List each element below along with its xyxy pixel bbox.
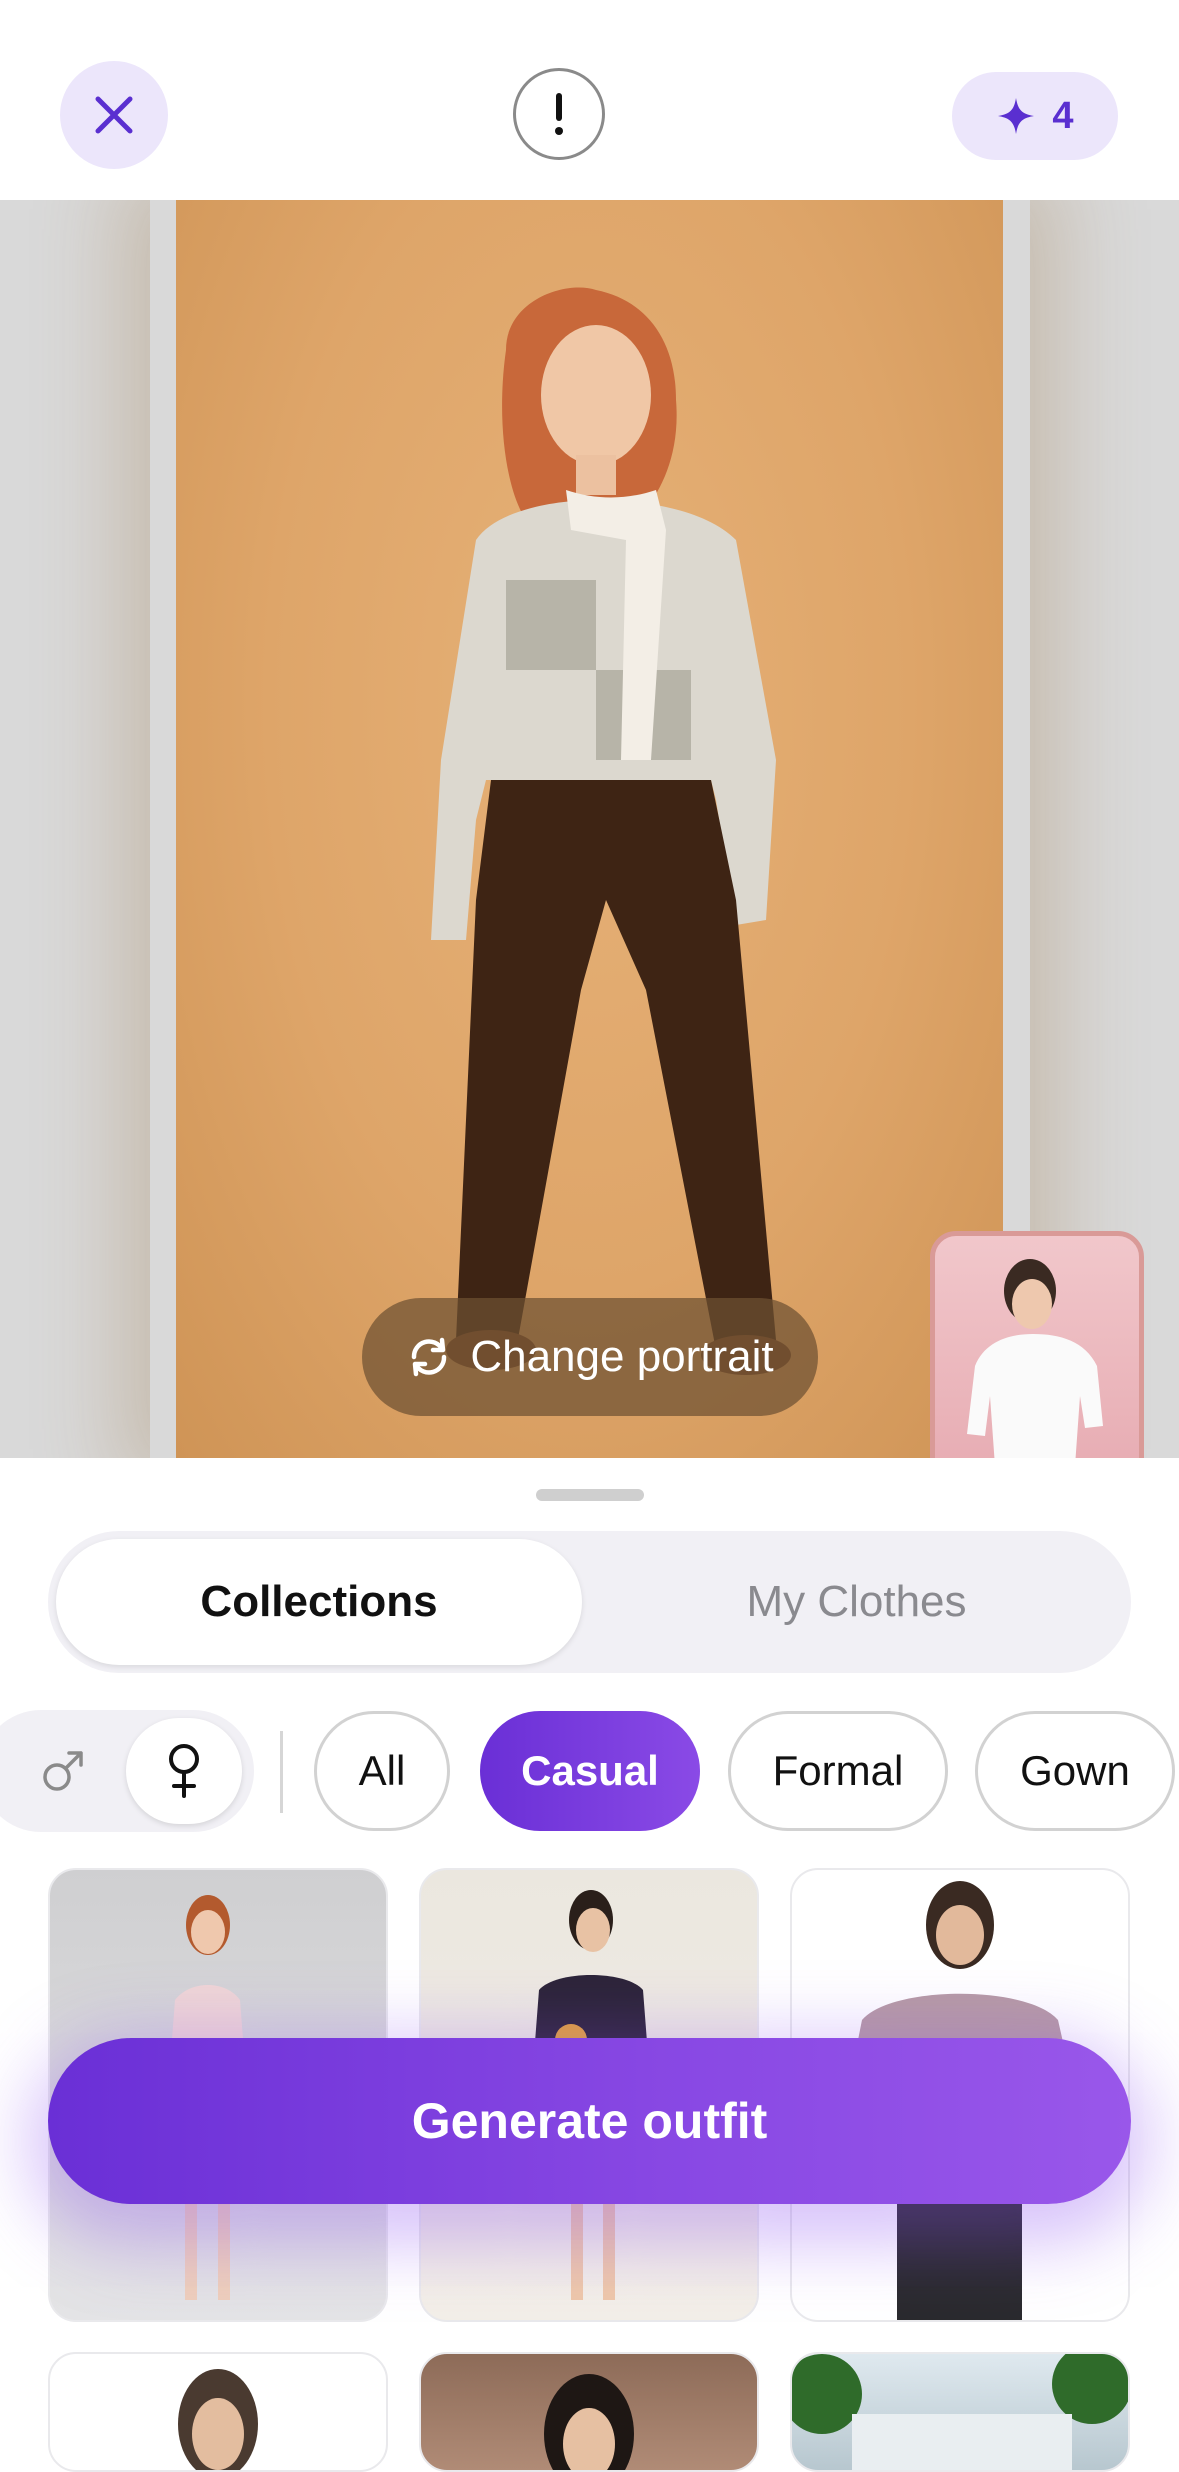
gender-female-button[interactable]: [126, 1718, 242, 1824]
close-button[interactable]: [60, 61, 168, 169]
female-symbol-icon: [169, 1744, 199, 1798]
filter-chip-casual[interactable]: Casual: [480, 1711, 700, 1831]
filter-chip-formal[interactable]: Formal: [728, 1711, 948, 1831]
close-icon: [95, 96, 133, 134]
collection-tabs: Collections My Clothes: [48, 1531, 1131, 1673]
generate-outfit-button[interactable]: Generate outfit: [48, 2038, 1131, 2204]
top-bar: 4: [0, 0, 1179, 200]
sparkle-icon: [998, 98, 1035, 134]
outfit-card[interactable]: [790, 2352, 1130, 2472]
outfit-image: [544, 2374, 634, 2470]
tab-collections[interactable]: Collections: [56, 1539, 582, 1665]
exclamation-icon: [555, 93, 563, 135]
info-button[interactable]: [513, 68, 605, 160]
filter-chip-gown[interactable]: Gown: [975, 1711, 1175, 1831]
credits-badge[interactable]: 4: [952, 72, 1118, 160]
gender-male-button[interactable]: [20, 1728, 106, 1814]
refresh-icon: [412, 1337, 447, 1377]
gender-toggle: [0, 1710, 254, 1832]
sheet-grabber[interactable]: [536, 1489, 644, 1501]
filter-divider: [280, 1731, 283, 1813]
outfit-card[interactable]: [419, 2352, 759, 2472]
outfit-image: [792, 2354, 1128, 2470]
selected-outfit-thumbnail[interactable]: [930, 1231, 1144, 1458]
portrait-stage: Change portrait: [0, 200, 1179, 1458]
portrait-photo[interactable]: [176, 200, 1003, 1458]
credits-count: 4: [1052, 94, 1074, 137]
tab-my-clothes[interactable]: My Clothes: [590, 1539, 1123, 1665]
male-symbol-icon: [43, 1751, 83, 1791]
filter-chip-all[interactable]: All: [314, 1711, 450, 1831]
model-figure: [431, 287, 791, 1375]
outfit-image: [178, 2369, 258, 2470]
thumbnail-figure: [967, 1259, 1103, 1458]
change-portrait-label: Change portrait: [470, 1332, 774, 1381]
outfit-card[interactable]: [48, 2352, 388, 2472]
change-portrait-button[interactable]: Change portrait: [362, 1298, 818, 1416]
